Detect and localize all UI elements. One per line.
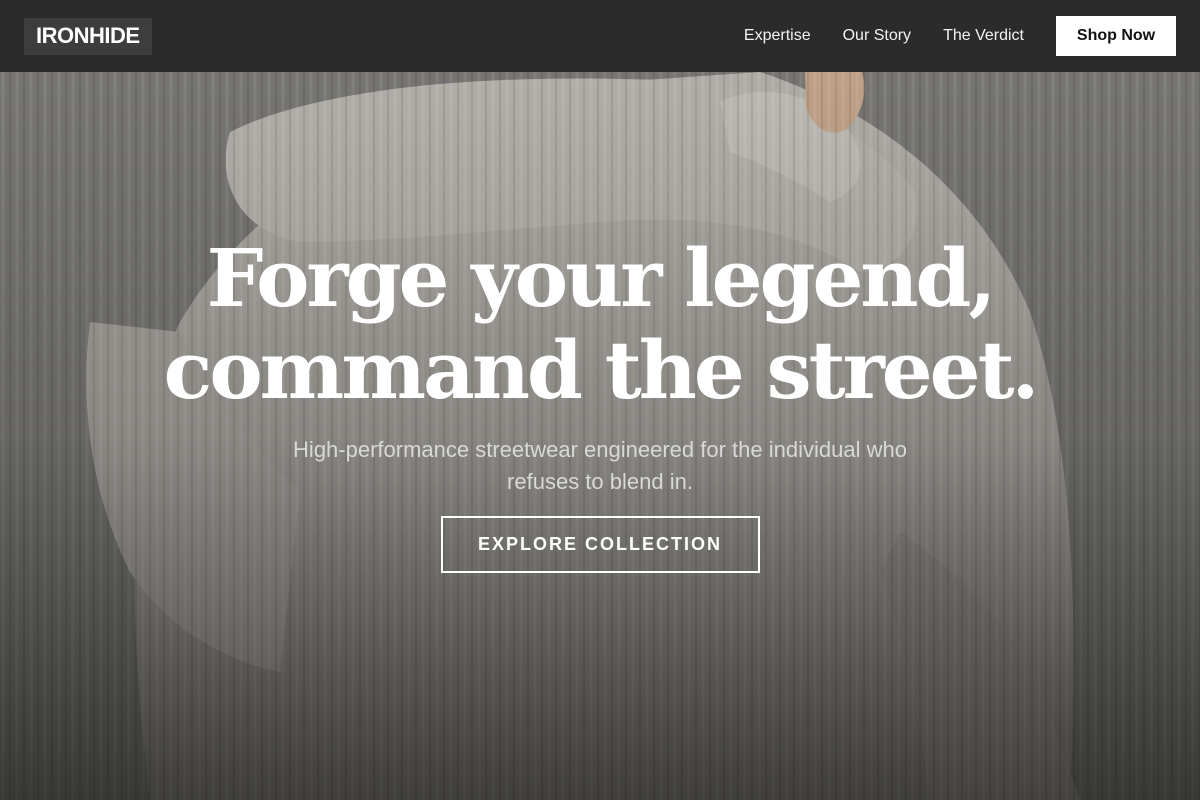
nav-link-our-story[interactable]: Our Story (843, 27, 911, 45)
hero-headline-line2: command the street. (163, 323, 1040, 417)
main-nav: Expertise Our Story The Verdict Shop Now (712, 16, 1176, 56)
nav-link-the-verdict[interactable]: The Verdict (943, 27, 1024, 45)
explore-collection-button[interactable]: EXPLORE COLLECTION (440, 516, 760, 573)
nav-link-expertise[interactable]: Expertise (744, 27, 811, 45)
shop-now-button[interactable]: Shop Now (1056, 16, 1176, 56)
hero-headline: Forge your legend, command the street. (163, 231, 1040, 417)
hero-headline-line1: Forge your legend, (206, 231, 997, 325)
brand-logo[interactable]: IRONHIDE (24, 17, 152, 55)
site-header: IRONHIDE Expertise Our Story The Verdict… (0, 0, 1200, 72)
hero-section: Forge your legend, command the street. H… (0, 72, 1200, 800)
hero-subtitle: High-performance streetwear engineered f… (293, 437, 907, 494)
hero-content: Forge your legend, command the street. H… (0, 232, 1200, 573)
